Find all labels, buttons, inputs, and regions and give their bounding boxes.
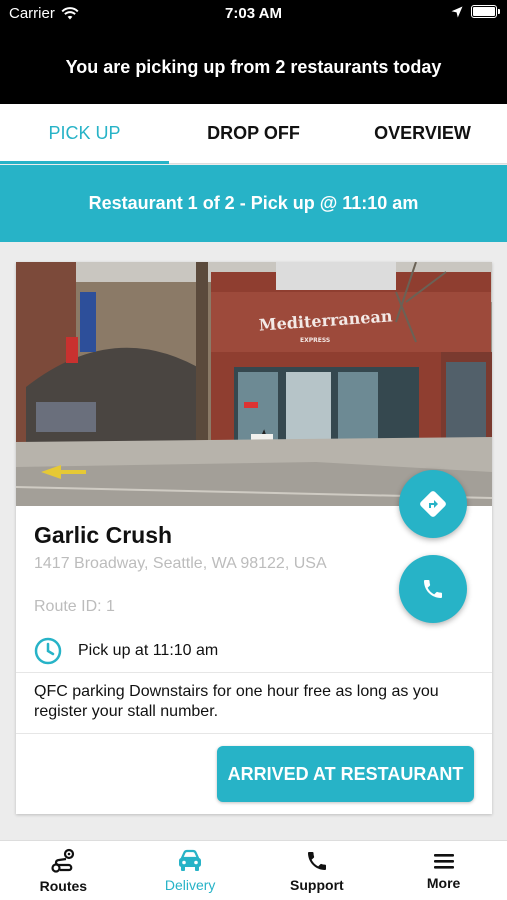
phone-icon	[424, 580, 442, 598]
nav-routes[interactable]: Routes	[0, 841, 127, 900]
nav-more-label: More	[426, 874, 461, 891]
restaurant-name: Garlic Crush	[34, 522, 173, 548]
tab-drop-off[interactable]: DROP OFF	[169, 104, 338, 163]
phone-icon	[307, 851, 326, 870]
nav-delivery-label: Delivery	[164, 876, 216, 893]
restaurant-photo: Mediterranean EXPRESS	[16, 262, 492, 506]
route-id: Route ID: 1	[34, 598, 115, 615]
restaurant-address: 1417 Broadway, Seattle, WA 98122, USA	[34, 555, 327, 572]
routes-icon	[51, 848, 75, 873]
nav-support[interactable]: Support	[254, 841, 381, 900]
tab-overview[interactable]: OVERVIEW	[338, 104, 507, 163]
tab-pick-up[interactable]: PICK UP	[0, 104, 169, 164]
tab-bar: PICK UP DROP OFF OVERVIEW	[0, 104, 507, 164]
pickup-time-label: Pick up at 11:10 am	[78, 642, 219, 659]
battery-icon	[471, 5, 500, 18]
photo-sign-sub: EXPRESS	[300, 337, 330, 344]
status-right	[451, 5, 500, 18]
pickup-note: QFC parking Downstairs for one hour free…	[34, 683, 439, 720]
nav-more[interactable]: More	[380, 841, 507, 900]
nav-routes-label: Routes	[39, 877, 88, 894]
status-bar: Carrier 7:03 AM	[0, 0, 507, 30]
bottom-nav: Routes Delivery Support More	[0, 840, 507, 900]
call-button[interactable]	[399, 555, 467, 623]
location-arrow-icon	[451, 6, 463, 17]
status-time: 7:03 AM	[225, 5, 282, 22]
nav-support-label: Support	[290, 876, 344, 893]
nav-delivery[interactable]: Delivery	[127, 841, 254, 900]
car-icon	[179, 849, 202, 871]
clock-icon	[34, 637, 62, 665]
directions-icon	[420, 491, 446, 517]
divider	[16, 672, 492, 673]
section-header: Restaurant 1 of 2 - Pick up @ 11:10 am	[0, 165, 507, 242]
divider	[16, 733, 492, 734]
pickup-banner: You are picking up from 2 restaurants to…	[0, 30, 507, 104]
arrived-at-restaurant-button[interactable]: ARRIVED AT RESTAURANT	[217, 746, 474, 802]
pickup-time-row: Pick up at 11:10 am	[34, 637, 218, 665]
menu-icon	[433, 853, 454, 869]
directions-button[interactable]	[399, 470, 467, 538]
restaurant-card: Mediterranean EXPRESS Garlic Crush 1417 …	[16, 262, 492, 814]
